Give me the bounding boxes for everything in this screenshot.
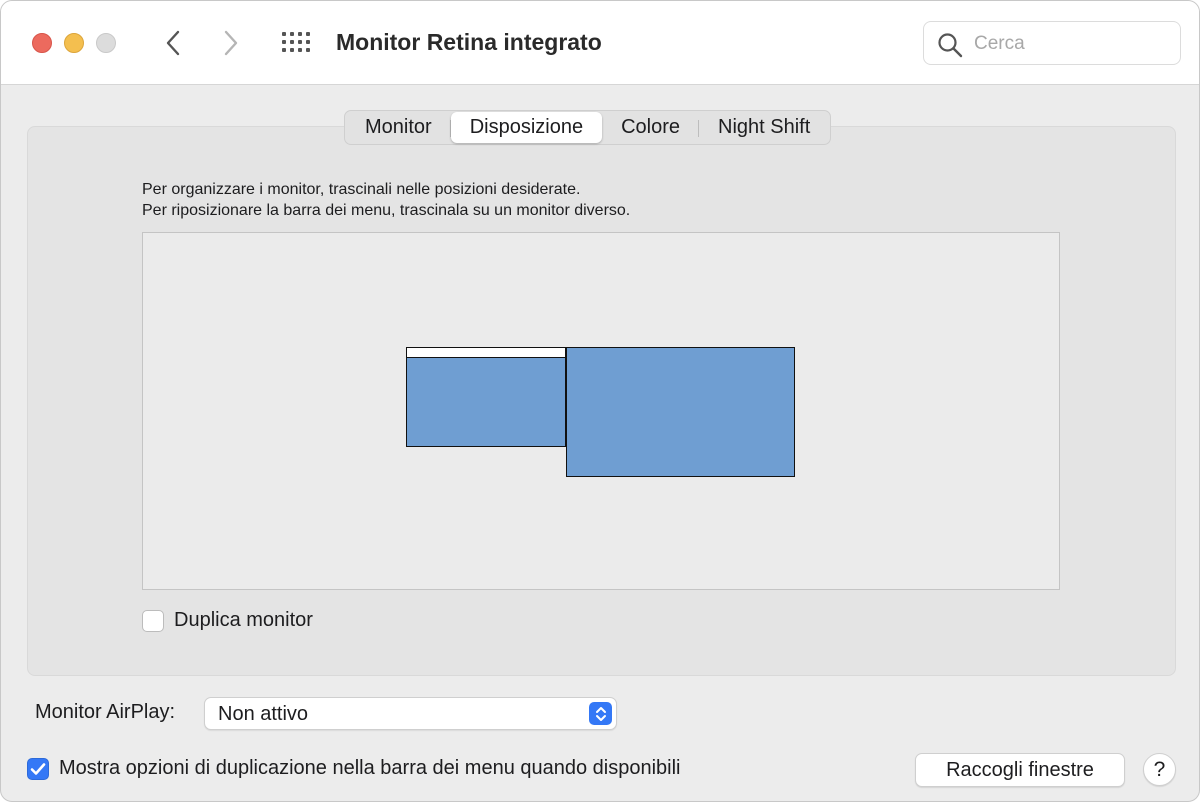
title-bar: Monitor Retina integrato bbox=[1, 1, 1199, 85]
external-display[interactable] bbox=[566, 347, 795, 477]
search-icon bbox=[938, 33, 963, 58]
instruction-line: Per organizzare i monitor, trascinali ne… bbox=[142, 181, 581, 198]
show-mirroring-options[interactable]: Mostra opzioni di duplicazione nella bar… bbox=[27, 757, 681, 780]
help-button[interactable]: ? bbox=[1143, 753, 1176, 786]
show-mirroring-checkbox[interactable] bbox=[27, 757, 49, 780]
mirror-displays-option[interactable]: Duplica monitor bbox=[142, 609, 313, 632]
checkmark-icon bbox=[30, 762, 46, 775]
builtin-display[interactable] bbox=[406, 347, 566, 447]
gather-windows-button[interactable]: Raccogli finestre bbox=[915, 753, 1125, 787]
tab-disposizione[interactable]: Disposizione bbox=[450, 112, 603, 143]
tab-colore[interactable]: Colore bbox=[602, 112, 699, 143]
airplay-select[interactable]: Non attivo bbox=[204, 697, 617, 730]
airplay-label: Monitor AirPlay: bbox=[35, 701, 176, 723]
back-button[interactable] bbox=[159, 27, 187, 59]
window-title: Monitor Retina integrato bbox=[336, 29, 602, 55]
search-field[interactable] bbox=[923, 21, 1181, 65]
zoom-window-button[interactable] bbox=[96, 33, 116, 53]
airplay-selected-value: Non attivo bbox=[218, 703, 309, 725]
chevron-left-icon bbox=[166, 30, 180, 56]
display-arrangement-area bbox=[142, 232, 1060, 590]
show-all-button[interactable] bbox=[281, 29, 313, 57]
preferences-window: Monitor Retina integrato Monitor Disposi… bbox=[0, 0, 1200, 802]
grid-icon bbox=[282, 32, 310, 52]
tab-monitor[interactable]: Monitor bbox=[346, 112, 451, 143]
minimize-window-button[interactable] bbox=[64, 33, 84, 53]
forward-button[interactable] bbox=[217, 27, 245, 59]
instruction-line: Per riposizionare la barra dei menu, tra… bbox=[142, 202, 631, 219]
mirror-displays-checkbox[interactable] bbox=[142, 609, 164, 632]
arrangement-instructions: Per organizzare i monitor, trascinali ne… bbox=[142, 179, 630, 221]
chevron-updown-icon bbox=[589, 702, 612, 725]
close-window-button[interactable] bbox=[32, 33, 52, 53]
mirror-displays-label: Duplica monitor bbox=[174, 609, 313, 631]
search-input[interactable] bbox=[972, 30, 1172, 58]
menu-bar-handle[interactable] bbox=[407, 348, 565, 358]
chevron-right-icon bbox=[224, 30, 238, 56]
show-mirroring-label: Mostra opzioni di duplicazione nella bar… bbox=[59, 757, 681, 779]
tab-bar: Monitor Disposizione Colore Night Shift bbox=[344, 110, 832, 145]
tab-night-shift[interactable]: Night Shift bbox=[699, 112, 829, 143]
